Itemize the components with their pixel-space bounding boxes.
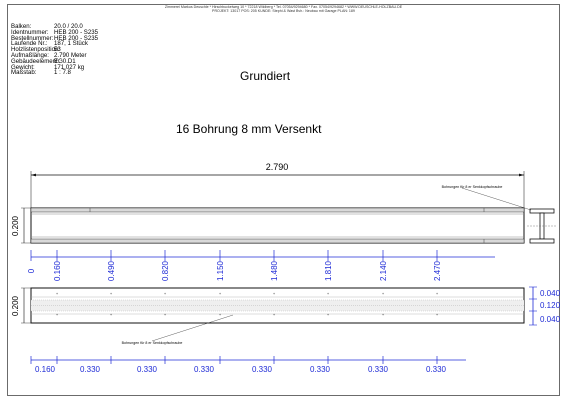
ordinate-label: 2.140: [379, 260, 388, 281]
ordinate-label: 0.160: [53, 260, 62, 281]
spacing-label: 0.330: [194, 365, 215, 374]
callout-top-text: Bohrungen für 8 er Senkkopfschraube: [442, 185, 503, 189]
spacing-dimension-row: 0.160 0.330 0.330 0.330 0.330 0.330 0.330 0.330: [30, 356, 466, 374]
side-height-label: 0.200: [11, 215, 20, 236]
ordinate-label: 0.820: [161, 260, 170, 281]
right-dim-top: 0.040: [540, 289, 561, 298]
drawing-sheet: Zimmerei Markus Deuschle * Hirschbuckelw…: [0, 0, 568, 400]
i-beam-section-icon: [527, 208, 557, 244]
ordinate-dimension-row: 0 0.160 0.490 0.820 1.150 1.480 1.810 2.140 2.47…: [27, 250, 495, 281]
overall-length-label: 2.790: [266, 162, 289, 172]
beam-side-view: [30, 207, 525, 244]
side-height-dimension: 0.200: [11, 207, 31, 244]
spacing-label: 0.330: [80, 365, 101, 374]
spacing-label: 0.330: [252, 365, 273, 374]
right-dim-middle: 0.120: [540, 301, 561, 310]
spacing-label: 0.160: [35, 365, 56, 374]
spacing-label: 0.330: [137, 365, 158, 374]
spacing-label: 0.330: [426, 365, 447, 374]
drawing-canvas: 2.790 0.200 Bohrungen für 8 er Senkkopfs…: [11, 162, 561, 374]
ordinate-label: 2.470: [433, 260, 442, 281]
callout-bottom-text: Bohrungen für 8 er Senkkopfschraube: [122, 341, 183, 345]
callout-top: Bohrungen für 8 er Senkkopfschraube: [442, 185, 532, 211]
spacing-label: 0.330: [368, 365, 389, 374]
right-dimension-chain: 0.040 0.120 0.040: [529, 286, 561, 326]
top-height-label: 0.200: [11, 295, 20, 316]
spacing-label: 0.330: [310, 365, 331, 374]
ordinate-label: 1.810: [324, 260, 333, 281]
ordinate-label: 0: [27, 268, 36, 273]
ordinate-label: 1.150: [216, 260, 225, 281]
ordinate-label: 0.490: [107, 260, 116, 281]
right-dim-bottom: 0.040: [540, 315, 561, 324]
top-height-dimension: 0.200: [11, 287, 31, 324]
beam-top-view: ++++++++++++++++: [30, 287, 525, 324]
ordinate-label: 1.480: [270, 260, 279, 281]
